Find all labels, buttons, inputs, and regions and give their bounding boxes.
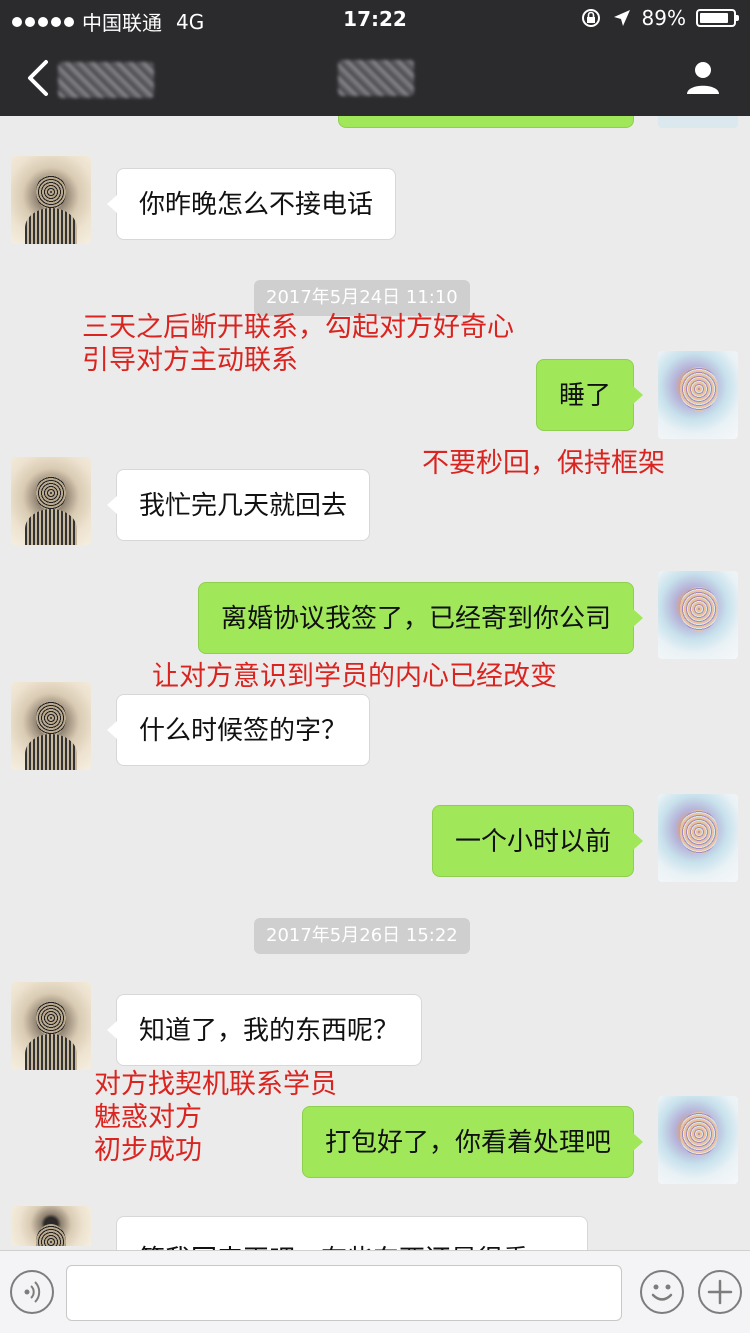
outgoing-message[interactable]: 打包好了，你看着处理吧 (301, 1106, 644, 1178)
user-avatar[interactable] (658, 571, 738, 659)
message-input[interactable] (66, 1265, 622, 1321)
emoji-icon[interactable] (640, 1270, 684, 1314)
annotation-line: 初步成功 (94, 1135, 202, 1166)
incoming-message[interactable]: 你昨晚怎么不接电话 (106, 168, 397, 240)
incoming-message[interactable]: 什么时候签的字？ (106, 694, 371, 766)
annotation-line: 魅惑对方 (94, 1102, 202, 1133)
user-avatar[interactable] (658, 794, 738, 882)
contact-avatar[interactable] (11, 1206, 91, 1246)
red-annotation: 三天之后断开联系，勾起对方好奇心 引导对方主动联系 (82, 311, 514, 377)
red-annotation: 让对方意识到学员的内心已经改变 (152, 660, 557, 693)
contact-avatar[interactable] (11, 457, 91, 545)
contact-avatar[interactable] (11, 982, 91, 1070)
incoming-message[interactable]: 知道了，我的东西呢？ (106, 994, 423, 1066)
battery-percentage: 89% (641, 6, 686, 30)
annotation-line: 不要秒回，保持框架 (422, 448, 665, 479)
orientation-lock-icon (581, 9, 600, 27)
outgoing-message[interactable]: 一个小时以前 (431, 805, 644, 877)
incoming-message[interactable]: 等我回来再吧，有些东西还是很重 (116, 1216, 588, 1250)
status-right: 89% (580, 6, 739, 30)
annotation-line: 让对方意识到学员的内心已经改变 (152, 661, 557, 692)
outgoing-message[interactable]: 离婚协议我签了，已经寄到你公司 (197, 582, 644, 654)
annotation-line: 引导对方主动联系 (82, 345, 298, 376)
previous-message-bubble (338, 116, 634, 128)
message-list[interactable]: 你昨晚怎么不接电话 2017年5月24日 11:10 三天之后断开联系，勾起对方… (0, 116, 750, 1250)
previous-avatar (658, 116, 738, 128)
person-icon[interactable] (684, 58, 722, 96)
user-avatar[interactable] (658, 351, 738, 439)
chat-header (0, 40, 750, 116)
annotation-line: 三天之后断开联系，勾起对方好奇心 (82, 312, 514, 343)
chat-title-blurred (338, 60, 414, 96)
location-arrow-icon (613, 10, 630, 26)
chevron-left-icon[interactable] (20, 56, 60, 100)
plus-sign-icon (707, 1279, 733, 1305)
battery-icon (696, 9, 739, 27)
status-bar: 中国联通 4G 17:22 89% (0, 0, 750, 40)
timestamp-divider: 2017年5月26日 15:22 (254, 918, 470, 954)
back-label-blurred[interactable] (58, 62, 154, 98)
contact-avatar[interactable] (11, 156, 91, 244)
red-annotation: 不要秒回，保持框架 (422, 447, 665, 480)
contact-avatar[interactable] (11, 682, 91, 770)
input-bar (0, 1250, 750, 1333)
smiley-face-icon (651, 1284, 673, 1301)
red-annotation: 对方找契机联系学员 魅惑对方 初步成功 (94, 1068, 337, 1167)
incoming-message[interactable]: 我忙完几天就回去 (106, 469, 371, 541)
user-avatar[interactable] (658, 1096, 738, 1184)
voice-waves-icon (24, 1281, 41, 1303)
plus-icon[interactable] (698, 1270, 742, 1314)
voice-icon[interactable] (10, 1270, 54, 1314)
battery-fill (700, 13, 729, 23)
annotation-line: 对方找契机联系学员 (94, 1069, 337, 1100)
outgoing-message[interactable]: 睡了 (535, 359, 644, 431)
